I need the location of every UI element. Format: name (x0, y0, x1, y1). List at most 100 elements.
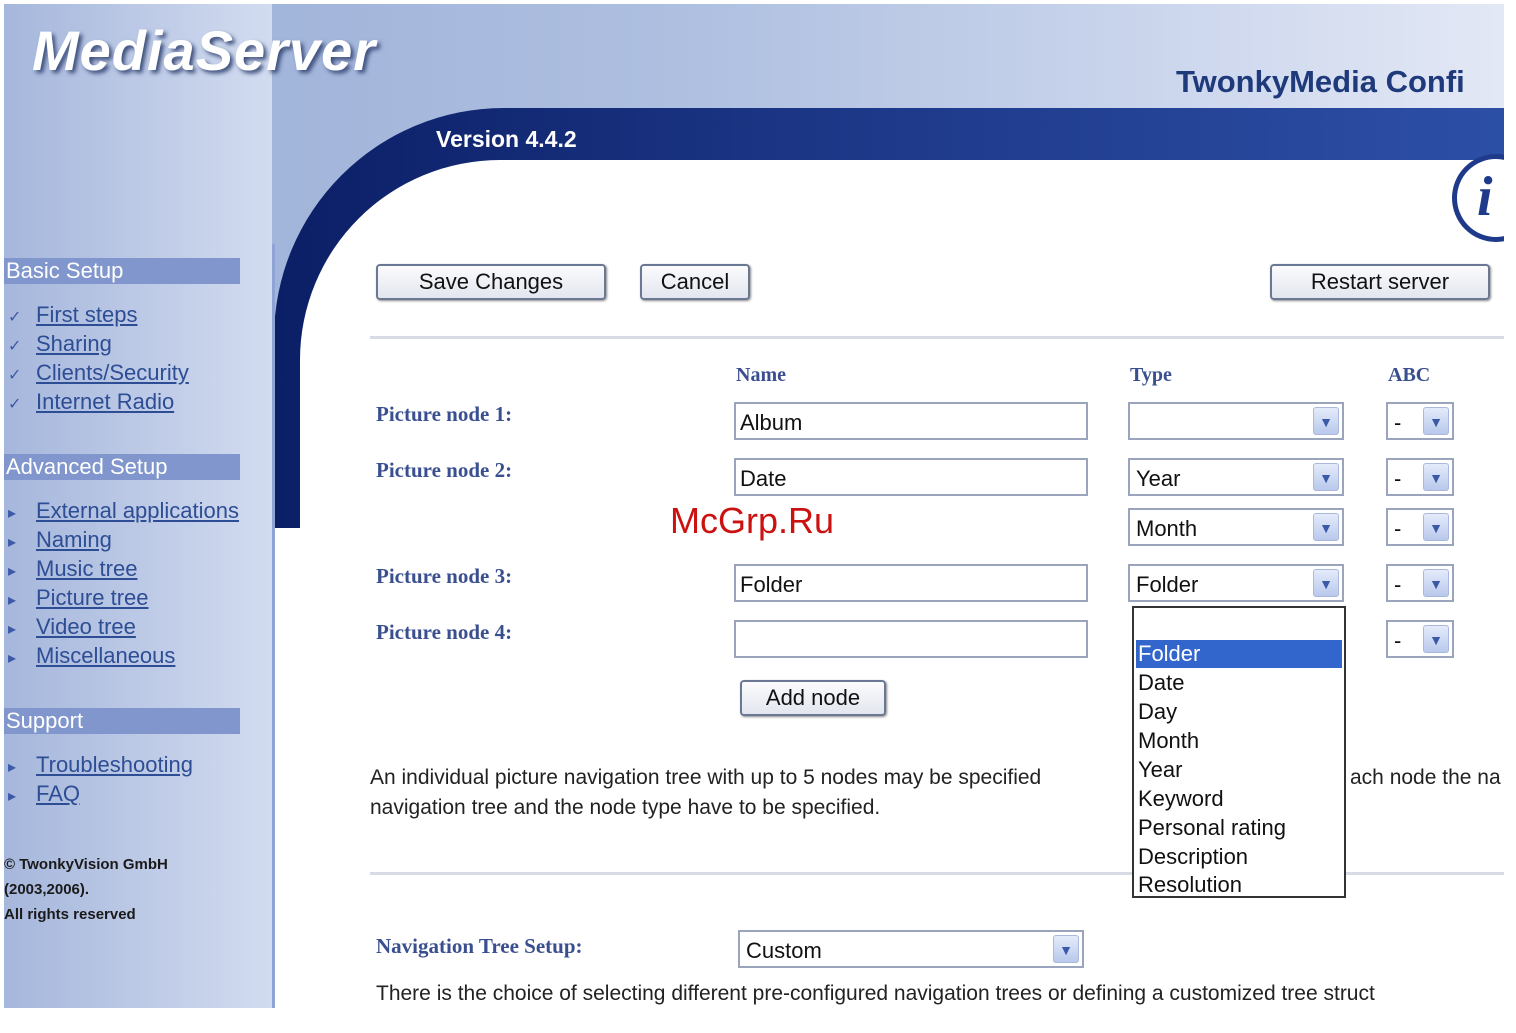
bullet-icon: ▸ (8, 505, 17, 522)
description-text-continued: ach node the na (1350, 766, 1501, 789)
sidebar-link-troubleshooting[interactable]: Troubleshooting (36, 752, 193, 777)
sidebar-link-internet-radio[interactable]: Internet Radio (36, 389, 174, 414)
sidebar-link-miscellaneous[interactable]: Miscellaneous (36, 643, 175, 668)
description-text-line2: navigation tree and the node type have t… (370, 796, 881, 819)
sidebar-item-picture-tree[interactable]: ▸ Picture tree (8, 585, 149, 613)
picture-node-3-type-select[interactable]: Folder ▼ (1128, 564, 1344, 602)
bullet-icon: ▸ (8, 759, 17, 776)
bullet-icon: ▸ (8, 592, 17, 609)
picture-node-2b-abc-select[interactable]: - ▼ (1386, 508, 1454, 546)
picture-node-2-label: Picture node 2: (376, 458, 513, 482)
sidebar-item-clients-security[interactable]: ✓ Clients/Security (8, 360, 189, 388)
bullet-icon: ▸ (8, 534, 17, 551)
picture-node-1-abc-select[interactable]: - ▼ (1386, 402, 1454, 440)
picture-node-2-abc-select[interactable]: - ▼ (1386, 458, 1454, 496)
chevron-down-icon[interactable]: ▼ (1423, 463, 1449, 491)
sidebar-link-clients-security[interactable]: Clients/Security (36, 360, 189, 385)
dropdown-option[interactable]: Personal rating (1136, 814, 1342, 842)
sidebar-item-sharing[interactable]: ✓ Sharing (8, 331, 112, 359)
select-value: - (1394, 628, 1402, 653)
page-subtitle: TwonkyMedia Confi (1176, 64, 1465, 99)
sidebar-link-naming[interactable]: Naming (36, 527, 112, 552)
dropdown-option[interactable]: Date (1136, 669, 1342, 697)
chevron-down-icon[interactable]: ▼ (1313, 513, 1339, 541)
bullet-icon: ✓ (8, 309, 22, 326)
bullet-icon: ▸ (8, 563, 17, 580)
divider (370, 336, 1504, 339)
bullet-icon: ▸ (8, 650, 17, 667)
picture-node-4-abc-select[interactable]: - ▼ (1386, 620, 1454, 658)
app-window: MediaServer TwonkyMedia Confi Version 4.… (4, 4, 1504, 1008)
select-value: - (1394, 516, 1402, 541)
copyright-line: (2003,2006). (4, 881, 90, 898)
sidebar-item-video-tree[interactable]: ▸ Video tree (8, 614, 136, 642)
dropdown-option[interactable]: Month (1136, 727, 1342, 755)
section-support: Support (4, 708, 240, 734)
save-changes-button[interactable]: Save Changes (376, 264, 606, 300)
chevron-down-icon[interactable]: ▼ (1423, 513, 1449, 541)
picture-node-3-name-input[interactable]: Folder (734, 564, 1088, 602)
copyright-line: All rights reserved (4, 906, 136, 923)
sidebar-item-naming[interactable]: ▸ Naming (8, 527, 112, 555)
bullet-icon: ✓ (8, 367, 22, 384)
dropdown-option[interactable]: Keyword (1136, 785, 1342, 813)
bullet-icon: ✓ (8, 396, 22, 413)
bullet-icon: ▸ (8, 621, 17, 638)
app-logo: MediaServer (32, 19, 377, 82)
select-value: - (1394, 466, 1402, 491)
sidebar-link-sharing[interactable]: Sharing (36, 331, 112, 356)
dropdown-option-selected[interactable]: Folder (1136, 640, 1342, 668)
select-value: Folder (1136, 572, 1199, 597)
picture-node-2-name-input[interactable]: Date (734, 458, 1088, 496)
chevron-down-icon[interactable]: ▼ (1423, 569, 1449, 597)
sidebar-link-external-applications[interactable]: External applications (36, 498, 239, 523)
select-value: - (1394, 410, 1402, 435)
dropdown-option[interactable]: Resolution (1136, 871, 1342, 899)
column-header-abc: ABC (1388, 364, 1431, 386)
description-text: An individual picture navigation tree wi… (370, 766, 1042, 789)
sidebar-item-external-applications[interactable]: ▸ External applications (8, 498, 239, 526)
sidebar-divider (272, 244, 275, 1008)
sidebar-item-first-steps[interactable]: ✓ First steps (8, 302, 137, 330)
picture-node-2-type-select[interactable]: Year ▼ (1128, 458, 1344, 496)
chevron-down-icon[interactable]: ▼ (1313, 569, 1339, 597)
sidebar-item-faq[interactable]: ▸ FAQ (8, 781, 80, 809)
dropdown-option[interactable]: Year (1136, 756, 1342, 784)
dropdown-option[interactable] (1136, 612, 1342, 640)
sidebar-item-internet-radio[interactable]: ✓ Internet Radio (8, 389, 174, 417)
sidebar-link-faq[interactable]: FAQ (36, 781, 80, 806)
chevron-down-icon[interactable]: ▼ (1423, 407, 1449, 435)
select-value: Year (1136, 466, 1181, 491)
select-value: Month (1136, 516, 1198, 541)
dropdown-option[interactable]: Description (1136, 843, 1342, 871)
restart-server-button[interactable]: Restart server (1270, 264, 1490, 300)
sidebar-link-picture-tree[interactable]: Picture tree (36, 585, 149, 610)
chevron-down-icon[interactable]: ▼ (1053, 935, 1079, 963)
select-value: Custom (746, 938, 822, 963)
picture-node-1-name-input[interactable]: Album (734, 402, 1088, 440)
sidebar-item-miscellaneous[interactable]: ▸ Miscellaneous (8, 643, 175, 671)
column-header-type: Type (1130, 364, 1172, 386)
sidebar-link-first-steps[interactable]: First steps (36, 302, 137, 327)
cancel-button[interactable]: Cancel (640, 264, 750, 300)
picture-node-1-type-select[interactable]: ▼ (1128, 402, 1344, 440)
picture-node-2b-type-select[interactable]: Month ▼ (1128, 508, 1344, 546)
navigation-tree-setup-select[interactable]: Custom ▼ (738, 930, 1084, 968)
picture-node-3-abc-select[interactable]: - ▼ (1386, 564, 1454, 602)
copyright-line: © TwonkyVision GmbH (4, 856, 168, 873)
dropdown-option[interactable]: Day (1136, 698, 1342, 726)
add-node-button[interactable]: Add node (740, 680, 886, 716)
section-advanced-setup: Advanced Setup (4, 454, 240, 480)
sidebar-link-video-tree[interactable]: Video tree (36, 614, 136, 639)
sidebar-item-music-tree[interactable]: ▸ Music tree (8, 556, 137, 584)
chevron-down-icon[interactable]: ▼ (1423, 625, 1449, 653)
type-dropdown-list[interactable]: Folder Date Day Month Year Keyword Perso… (1132, 606, 1346, 898)
sidebar-link-music-tree[interactable]: Music tree (36, 556, 137, 581)
section-basic-setup: Basic Setup (4, 258, 240, 284)
picture-node-3-label: Picture node 3: (376, 564, 513, 588)
sidebar-item-troubleshooting[interactable]: ▸ Troubleshooting (8, 752, 193, 780)
version-label: Version 4.4.2 (436, 126, 577, 152)
chevron-down-icon[interactable]: ▼ (1313, 407, 1339, 435)
picture-node-4-name-input[interactable] (734, 620, 1088, 658)
chevron-down-icon[interactable]: ▼ (1313, 463, 1339, 491)
